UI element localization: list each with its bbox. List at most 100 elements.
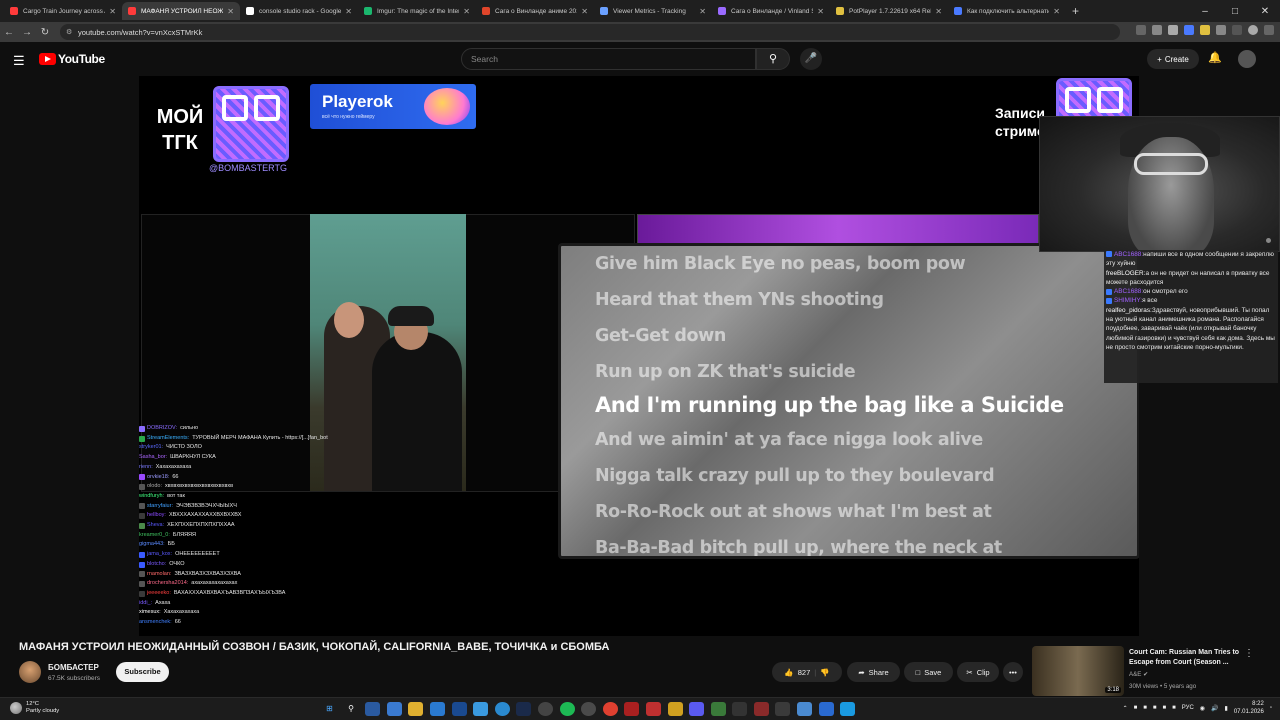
tab-close-icon[interactable]: ✕ — [1053, 7, 1060, 16]
chat-username[interactable]: ximesux: — [139, 608, 161, 618]
tray-app-icon[interactable]: ■ — [1163, 705, 1167, 711]
chat-username[interactable]: ansmenchek: — [139, 618, 172, 628]
weather-widget[interactable]: 12°C Partly cloudy — [10, 701, 59, 715]
profile-avatar-icon[interactable] — [1248, 25, 1258, 35]
tray-app-icon[interactable]: ■ — [1143, 705, 1147, 711]
network-icon[interactable]: ◉ — [1200, 705, 1205, 712]
suggested-video-title[interactable]: Court Cam: Russian Man Tries to Escape f… — [1129, 648, 1244, 668]
extension-icon[interactable] — [1200, 25, 1210, 35]
app-icon[interactable] — [451, 702, 467, 716]
app-icon[interactable] — [753, 702, 769, 716]
chat-username[interactable]: drochersha2014: — [147, 579, 188, 589]
app-icon[interactable] — [386, 702, 402, 716]
app-icon[interactable] — [581, 702, 597, 716]
chat-username[interactable]: Sasha_bor: — [139, 453, 167, 463]
tab-close-icon[interactable]: ✕ — [581, 7, 588, 16]
tab-close-icon[interactable]: ✕ — [699, 7, 706, 16]
browser-menu-icon[interactable] — [1264, 25, 1274, 35]
notifications-bell-icon[interactable]: 🔔 — [1208, 51, 1222, 64]
youtube-logo[interactable]: YouTube — [39, 52, 105, 66]
extension-icon[interactable] — [1184, 25, 1194, 35]
clock[interactable]: 8:22 07.01.2026 — [1234, 700, 1264, 716]
browser-tab[interactable]: Сага о Винланде / Vinland Sag ✕ — [712, 2, 830, 20]
app-icon[interactable] — [732, 702, 748, 716]
channel-name[interactable]: БОМБАСТЕР — [48, 663, 99, 672]
clip-button[interactable]: ✂ Clip — [957, 662, 999, 682]
battery-icon[interactable]: ▮ — [1225, 705, 1228, 712]
start-windows-icon[interactable]: ⊞ — [322, 702, 337, 716]
chat-username[interactable]: freeBLOGER: — [1106, 270, 1145, 277]
account-avatar[interactable] — [1238, 50, 1256, 68]
chat-username[interactable]: realfeo_pidoras: — [1106, 307, 1152, 314]
telegram-icon[interactable] — [494, 702, 510, 716]
zoom-icon[interactable] — [1136, 25, 1146, 35]
tab-close-icon[interactable]: ✕ — [935, 7, 942, 16]
minecraft-icon[interactable] — [710, 702, 726, 716]
download-icon[interactable] — [1216, 25, 1226, 35]
subscribe-button[interactable]: Subscribe — [116, 662, 169, 682]
like-count[interactable]: 827 — [798, 668, 811, 677]
chat-username[interactable]: ABC1688: — [1114, 251, 1143, 258]
chat-username[interactable]: blotcho: — [147, 560, 166, 570]
chat-username[interactable]: ABC1688: — [1114, 288, 1143, 295]
chat-username[interactable]: olodo: — [147, 482, 162, 492]
tab-close-icon[interactable]: ✕ — [345, 7, 352, 16]
notification-icon[interactable]: ▫ — [1270, 705, 1272, 711]
share-icon[interactable] — [1152, 25, 1162, 35]
browser-tab[interactable]: PotPlayer 1.7.22619 x64 RePack ✕ — [830, 2, 948, 20]
bookmark-star-icon[interactable] — [1168, 25, 1178, 35]
tab-close-icon[interactable]: ✕ — [463, 7, 470, 16]
channel-avatar[interactable] — [19, 661, 41, 683]
voice-search-button[interactable]: 🎤 — [800, 48, 822, 70]
back-icon[interactable]: ← — [0, 27, 18, 38]
chat-username[interactable]: SHIMIHY: — [1114, 297, 1142, 304]
tab-close-icon[interactable]: ✕ — [227, 7, 234, 16]
tray-chevron-icon[interactable]: ⌃ — [1123, 705, 1128, 712]
chat-username[interactable]: orvkie18: — [147, 473, 169, 483]
create-button[interactable]: + Create — [1147, 49, 1199, 69]
minimize-icon[interactable]: – — [1190, 6, 1220, 17]
chat-username[interactable]: StreamElements: — [147, 434, 189, 444]
tab-close-icon[interactable]: ✕ — [109, 7, 116, 16]
file-explorer-icon[interactable] — [408, 702, 424, 716]
tray-app-icon[interactable]: ■ — [1172, 705, 1176, 711]
chat-username[interactable]: gigma443: — [139, 540, 165, 550]
search-icon[interactable]: ⚲ — [344, 702, 359, 716]
spotify-icon[interactable] — [559, 702, 575, 716]
search-input[interactable]: Search — [461, 48, 756, 70]
language-indicator[interactable]: РУС — [1182, 705, 1194, 711]
close-icon[interactable]: ✕ — [1250, 6, 1280, 17]
app-icon[interactable] — [624, 702, 640, 716]
volume-icon[interactable]: 🔊 — [1211, 705, 1218, 712]
browser-tab[interactable]: Imgur: The magic of the Intern ✕ — [358, 2, 476, 20]
chat-username[interactable]: starryfaiur: — [147, 502, 173, 512]
chat-username[interactable]: rienn: — [139, 463, 153, 473]
reload-icon[interactable]: ↻ — [36, 27, 54, 38]
tray-app-icon[interactable]: ■ — [1153, 705, 1157, 711]
site-info-icon[interactable]: ⚙ — [66, 28, 72, 36]
browser-tab[interactable]: Cargo Train Journey across Arg ✕ — [4, 2, 122, 20]
media-player-icon[interactable] — [840, 702, 856, 716]
app-icon[interactable] — [473, 702, 489, 716]
discord-icon[interactable] — [689, 702, 705, 716]
chrome-icon[interactable] — [602, 702, 618, 716]
suggested-video-channel[interactable]: A&E ✔ — [1129, 671, 1148, 678]
hamburger-menu-icon[interactable]: ☰ — [13, 53, 25, 69]
tab-close-icon[interactable]: ✕ — [817, 7, 824, 16]
search-button[interactable]: ⚲ — [756, 48, 790, 70]
like-icon[interactable]: 👍 — [784, 668, 793, 677]
app-icon[interactable] — [818, 702, 834, 716]
dislike-icon[interactable]: 👎 — [820, 668, 829, 677]
chat-username[interactable]: jeeeeeko: — [147, 589, 171, 599]
suggested-more-icon[interactable]: ⋮ — [1244, 648, 1254, 659]
browser-tab[interactable]: Сага о Винланде аниме 2019 ✕ — [476, 2, 594, 20]
chat-username[interactable]: kreamer0_0: — [139, 531, 170, 541]
chat-username[interactable]: jama_kox: — [147, 550, 172, 560]
video-player[interactable]: МОЙ ТГК @BOMBASTERTG Playerok всё что ну… — [139, 76, 1139, 636]
app-icon[interactable] — [537, 702, 553, 716]
new-tab-button[interactable]: + — [1072, 4, 1079, 18]
chat-username[interactable]: windfuryh: — [139, 492, 164, 502]
app-icon[interactable] — [667, 702, 683, 716]
chat-username[interactable]: iddi_: — [139, 599, 152, 609]
browser-tab[interactable]: console studio rack - Google S ✕ — [240, 2, 358, 20]
